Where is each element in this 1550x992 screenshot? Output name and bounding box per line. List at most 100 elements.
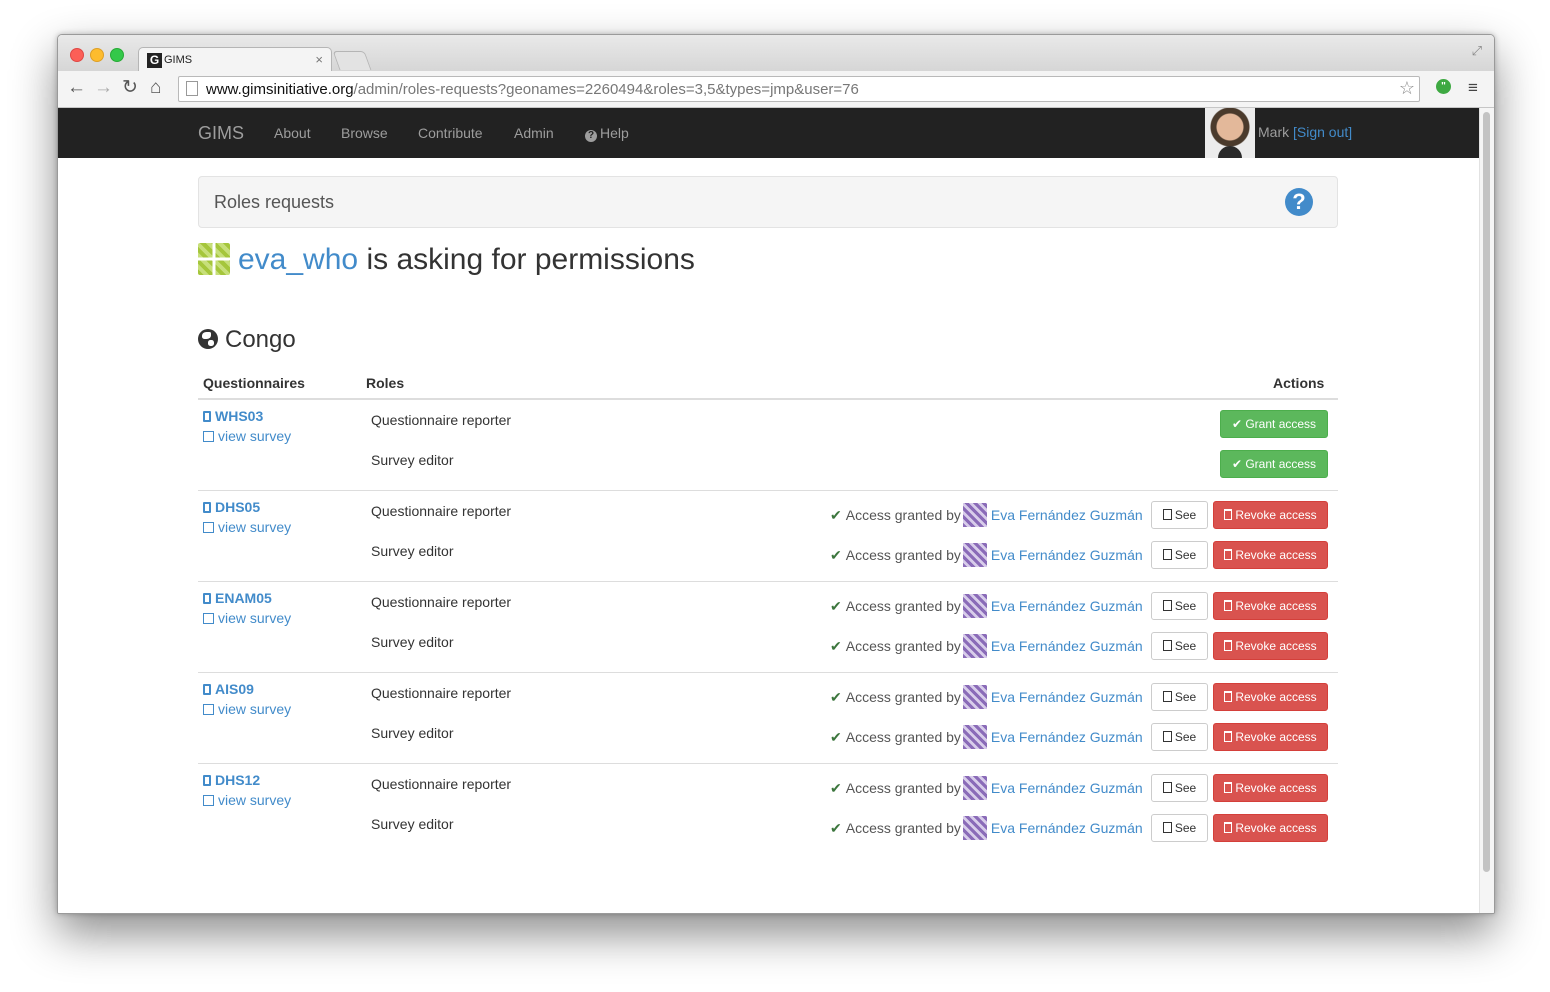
- brand-link[interactable]: GIMS: [198, 123, 244, 144]
- browser-tab[interactable]: G GIMS ×: [138, 47, 332, 72]
- questionnaire-link[interactable]: ENAM05: [203, 590, 272, 606]
- row-divider: [198, 490, 1338, 491]
- nav-contribute[interactable]: Contribute: [418, 125, 483, 141]
- questionnaire-code: DHS05: [215, 499, 261, 515]
- access-granted-status: ✔ Access granted by Eva Fernández Guzmán: [830, 541, 1143, 569]
- grant-access-button[interactable]: ✔ Grant access: [1220, 450, 1328, 478]
- questionnaire-code: ENAM05: [215, 590, 272, 606]
- page-viewport: GIMS About Browse Contribute Admin ? Help…: [58, 108, 1479, 913]
- page-scrollbar[interactable]: [1479, 108, 1494, 913]
- see-button[interactable]: See: [1151, 683, 1208, 711]
- window-close-button[interactable]: [70, 48, 84, 62]
- back-icon[interactable]: ←: [67, 78, 86, 98]
- reload-icon[interactable]: ↻: [122, 78, 138, 98]
- window-maximize-button[interactable]: [110, 48, 124, 62]
- revoke-label: Revoke access: [1235, 548, 1317, 562]
- view-survey-link[interactable]: view survey: [203, 701, 291, 717]
- question-circle-icon: ?: [585, 130, 597, 142]
- tab-close-icon[interactable]: ×: [315, 52, 323, 67]
- document-icon: [203, 684, 211, 695]
- hangouts-extension-icon[interactable]: ": [1436, 79, 1451, 94]
- check-icon: ✔: [830, 507, 842, 523]
- role-label: Survey editor: [371, 725, 454, 741]
- fullscreen-icon[interactable]: ⤢: [1472, 43, 1482, 59]
- trash-icon: [1224, 600, 1233, 611]
- revoke-access-button[interactable]: Revoke access: [1213, 501, 1328, 529]
- nav-help[interactable]: ? Help: [585, 125, 629, 142]
- granter-name-link[interactable]: Eva Fernández Guzmán: [991, 547, 1143, 563]
- access-granted-label: Access granted by: [845, 820, 961, 836]
- view-survey-link[interactable]: view survey: [203, 610, 291, 626]
- questionnaire-code: AIS09: [215, 681, 254, 697]
- access-granted-label: Access granted by: [845, 780, 961, 796]
- revoke-access-button[interactable]: Revoke access: [1213, 814, 1328, 842]
- role-label: Survey editor: [371, 543, 454, 559]
- document-icon: [203, 502, 211, 513]
- user-avatar[interactable]: [1205, 108, 1255, 158]
- check-icon: ✔: [830, 547, 842, 563]
- granter-identicon-icon: [962, 685, 987, 709]
- granter-identicon-icon: [962, 776, 987, 800]
- forward-icon[interactable]: →: [94, 78, 113, 98]
- browser-window: G GIMS × ⤢ ← → ↻ ⌂ www.gimsinitiative.or…: [57, 34, 1495, 914]
- questionnaire-link[interactable]: AIS09: [203, 681, 254, 697]
- see-button[interactable]: See: [1151, 774, 1208, 802]
- new-tab-button[interactable]: [332, 51, 372, 70]
- trash-icon: [1224, 822, 1233, 833]
- view-survey-link[interactable]: view survey: [203, 519, 291, 535]
- granter-identicon-icon: [962, 594, 987, 618]
- see-button[interactable]: See: [1151, 814, 1208, 842]
- see-button[interactable]: See: [1151, 541, 1208, 569]
- sign-out-link[interactable]: [Sign out]: [1293, 124, 1352, 140]
- browser-menu-icon[interactable]: ≡: [1468, 78, 1478, 98]
- granter-name-link[interactable]: Eva Fernández Guzmán: [991, 689, 1143, 705]
- view-survey-label: view survey: [218, 792, 292, 808]
- revoke-access-button[interactable]: Revoke access: [1213, 592, 1328, 620]
- granter-name-link[interactable]: Eva Fernández Guzmán: [991, 729, 1143, 745]
- grant-access-button[interactable]: ✔ Grant access: [1220, 410, 1328, 438]
- role-label: Questionnaire reporter: [371, 685, 512, 701]
- granter-name-link[interactable]: Eva Fernández Guzmán: [991, 598, 1143, 614]
- see-button[interactable]: See: [1151, 592, 1208, 620]
- bookmark-star-icon[interactable]: ☆: [1399, 78, 1415, 99]
- view-survey-link[interactable]: view survey: [203, 792, 291, 808]
- globe-icon: [198, 329, 218, 349]
- scrollbar-thumb[interactable]: [1483, 112, 1490, 872]
- edit-icon: [203, 704, 214, 715]
- row-divider: [198, 672, 1338, 673]
- nav-browse[interactable]: Browse: [341, 125, 388, 141]
- granter-name-link[interactable]: Eva Fernández Guzmán: [991, 507, 1143, 523]
- nav-admin[interactable]: Admin: [514, 125, 554, 141]
- trash-icon: [1224, 731, 1233, 742]
- granter-name-link[interactable]: Eva Fernández Guzmán: [991, 638, 1143, 654]
- granter-identicon-icon: [962, 543, 987, 567]
- address-url[interactable]: www.gimsinitiative.org/admin/roles-reque…: [206, 81, 859, 98]
- see-button[interactable]: See: [1151, 632, 1208, 660]
- requesting-user-link[interactable]: eva_who: [238, 243, 358, 276]
- see-button[interactable]: See: [1151, 723, 1208, 751]
- granter-name-link[interactable]: Eva Fernández Guzmán: [991, 820, 1143, 836]
- questionnaire-code: WHS03: [215, 408, 264, 424]
- revoke-access-button[interactable]: Revoke access: [1213, 723, 1328, 751]
- access-granted-status: ✔ Access granted by Eva Fernández Guzmán: [830, 723, 1143, 751]
- page-title: eva_who is asking for permissions: [198, 243, 695, 277]
- help-icon[interactable]: ?: [1285, 188, 1313, 216]
- granter-name-link[interactable]: Eva Fernández Guzmán: [991, 780, 1143, 796]
- nav-about[interactable]: About: [274, 125, 311, 141]
- revoke-access-button[interactable]: Revoke access: [1213, 632, 1328, 660]
- home-icon[interactable]: ⌂: [150, 78, 161, 98]
- revoke-access-button[interactable]: Revoke access: [1213, 541, 1328, 569]
- column-header-roles: Roles: [366, 375, 405, 391]
- address-bar[interactable]: www.gimsinitiative.org/admin/roles-reque…: [178, 76, 1420, 102]
- view-survey-link[interactable]: view survey: [203, 428, 291, 444]
- revoke-label: Revoke access: [1235, 821, 1317, 835]
- access-granted-status: ✔ Access granted by Eva Fernández Guzmán: [830, 814, 1143, 842]
- questionnaire-link[interactable]: DHS12: [203, 772, 260, 788]
- revoke-access-button[interactable]: Revoke access: [1213, 774, 1328, 802]
- see-button[interactable]: See: [1151, 501, 1208, 529]
- questionnaire-link[interactable]: WHS03: [203, 408, 263, 424]
- check-icon: ✔: [830, 598, 842, 614]
- questionnaire-link[interactable]: DHS05: [203, 499, 260, 515]
- window-minimize-button[interactable]: [90, 48, 104, 62]
- revoke-access-button[interactable]: Revoke access: [1213, 683, 1328, 711]
